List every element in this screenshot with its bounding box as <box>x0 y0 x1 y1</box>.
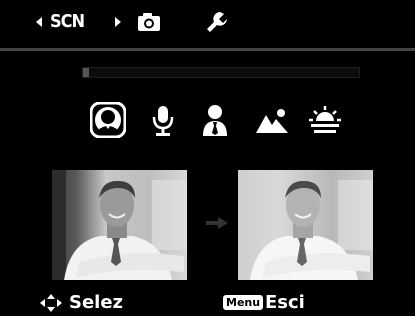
person-tie-icon[interactable] <box>195 100 235 140</box>
dpad-nav-icon <box>40 294 62 316</box>
menu-key-badge: Menu <box>223 295 264 310</box>
bottom-hint-bar <box>0 290 415 315</box>
scene-mode-label[interactable]: SCN <box>50 11 85 32</box>
arrow-left-icon[interactable] <box>36 17 42 27</box>
preview-after-image <box>238 170 373 280</box>
scroll-bar-fill <box>83 68 89 77</box>
arrow-right-icon <box>206 214 228 233</box>
scene-selector <box>0 100 415 146</box>
microphone-icon[interactable] <box>143 100 183 140</box>
top-menu-bar: SCN <box>0 0 415 48</box>
sunset-icon[interactable] <box>305 100 345 140</box>
select-hint-label: Selez <box>69 292 124 313</box>
scroll-bar <box>82 67 360 78</box>
portrait-icon[interactable] <box>88 100 128 140</box>
top-divider <box>0 48 415 51</box>
camera-icon[interactable] <box>137 12 161 36</box>
wrench-icon[interactable] <box>205 10 229 38</box>
landscape-icon[interactable] <box>252 100 292 140</box>
exit-hint-label: Esci <box>265 292 305 313</box>
preview-before-image <box>52 170 187 280</box>
arrow-right-icon[interactable] <box>115 17 121 27</box>
